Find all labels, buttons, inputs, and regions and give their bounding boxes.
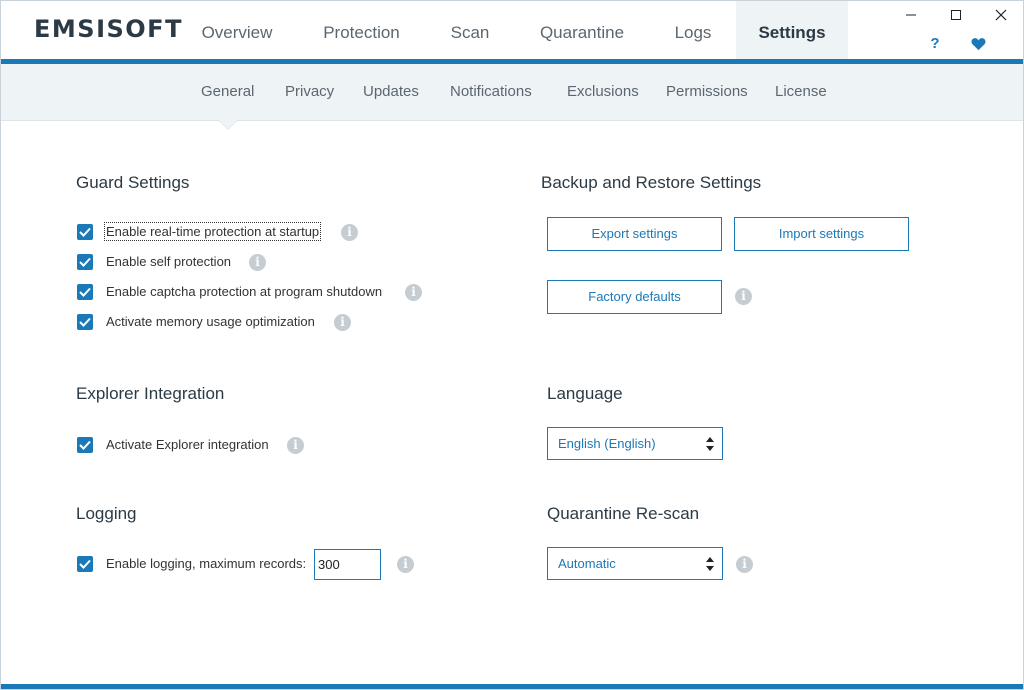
settings-subnav: General Privacy Updates Notifications Ex… [1, 64, 1023, 121]
max-records-input[interactable]: 300 [314, 549, 381, 580]
subtab-general[interactable]: General [201, 64, 254, 120]
tab-logs[interactable]: Logs [657, 1, 729, 59]
explorer-integration-title: Explorer Integration [76, 384, 225, 403]
factory-defaults-button[interactable]: Factory defaults [547, 280, 722, 314]
info-icon[interactable]: i [736, 556, 753, 573]
help-button[interactable]: ? [925, 34, 945, 54]
logging-title: Logging [76, 504, 137, 523]
import-settings-button[interactable]: Import settings [734, 217, 909, 251]
close-icon [995, 9, 1007, 21]
subtab-permissions[interactable]: Permissions [666, 64, 748, 120]
checkmark-icon [79, 559, 91, 569]
top-header: EMSISOFT Overview Protection Scan Quaran… [1, 1, 1023, 59]
export-settings-button[interactable]: Export settings [547, 217, 722, 251]
tab-settings[interactable]: Settings [736, 1, 848, 59]
maximize-button[interactable] [942, 6, 970, 26]
info-icon[interactable]: i [334, 314, 351, 331]
explorer-integration-label[interactable]: Activate Explorer integration [106, 437, 269, 452]
explorer-integration-checkbox[interactable] [77, 437, 93, 453]
favorite-button[interactable] [968, 34, 988, 54]
subtab-updates[interactable]: Updates [363, 64, 419, 120]
footer-accent-line [1, 684, 1023, 689]
language-select[interactable]: English (English) [547, 427, 723, 460]
active-subtab-indicator [219, 120, 237, 129]
maximize-icon [951, 10, 961, 20]
tab-quarantine[interactable]: Quarantine [523, 1, 641, 59]
checkmark-icon [79, 317, 91, 327]
logging-label[interactable]: Enable logging, maximum records: [106, 556, 306, 571]
logging-checkbox[interactable] [77, 556, 93, 572]
tab-protection[interactable]: Protection [304, 1, 419, 59]
minimize-button[interactable] [897, 6, 925, 26]
info-icon[interactable]: i [287, 437, 304, 454]
close-button[interactable] [987, 6, 1015, 26]
help-icon: ? [930, 35, 940, 52]
realtime-protection-checkbox[interactable] [77, 224, 93, 240]
backup-restore-title: Backup and Restore Settings [541, 173, 762, 192]
checkmark-icon [79, 440, 91, 450]
quarantine-rescan-title: Quarantine Re-scan [547, 504, 700, 523]
self-protection-label[interactable]: Enable self protection [106, 254, 231, 269]
info-icon[interactable]: i [405, 284, 422, 301]
subtab-privacy[interactable]: Privacy [285, 64, 334, 120]
quarantine-rescan-select[interactable]: Automatic [547, 547, 723, 580]
info-icon[interactable]: i [735, 288, 752, 305]
select-arrows-icon [706, 437, 714, 451]
checkmark-icon [79, 257, 91, 267]
subtab-exclusions[interactable]: Exclusions [567, 64, 639, 120]
checkmark-icon [79, 227, 91, 237]
realtime-protection-label[interactable]: Enable real-time protection at startup [103, 222, 322, 241]
captcha-protection-label[interactable]: Enable captcha protection at program shu… [106, 284, 382, 299]
checkmark-icon [79, 287, 91, 297]
subtab-license[interactable]: License [775, 64, 827, 120]
self-protection-checkbox[interactable] [77, 254, 93, 270]
app-logo: EMSISOFT [34, 15, 183, 43]
info-icon[interactable]: i [397, 556, 414, 573]
heart-icon [970, 38, 986, 51]
captcha-protection-checkbox[interactable] [77, 284, 93, 300]
info-icon[interactable]: i [249, 254, 266, 271]
language-title: Language [547, 384, 623, 403]
select-arrows-icon [706, 557, 714, 571]
guard-settings-title: Guard Settings [76, 173, 190, 192]
memory-optimization-label[interactable]: Activate memory usage optimization [106, 314, 315, 329]
minimize-icon [906, 14, 916, 16]
quarantine-rescan-value: Automatic [558, 556, 616, 571]
app-window: EMSISOFT Overview Protection Scan Quaran… [0, 0, 1024, 690]
info-icon[interactable]: i [341, 224, 358, 241]
tab-overview[interactable]: Overview [183, 1, 291, 59]
subtab-notifications[interactable]: Notifications [450, 64, 532, 120]
memory-optimization-checkbox[interactable] [77, 314, 93, 330]
language-select-value: English (English) [558, 436, 656, 451]
tab-scan[interactable]: Scan [431, 1, 509, 59]
